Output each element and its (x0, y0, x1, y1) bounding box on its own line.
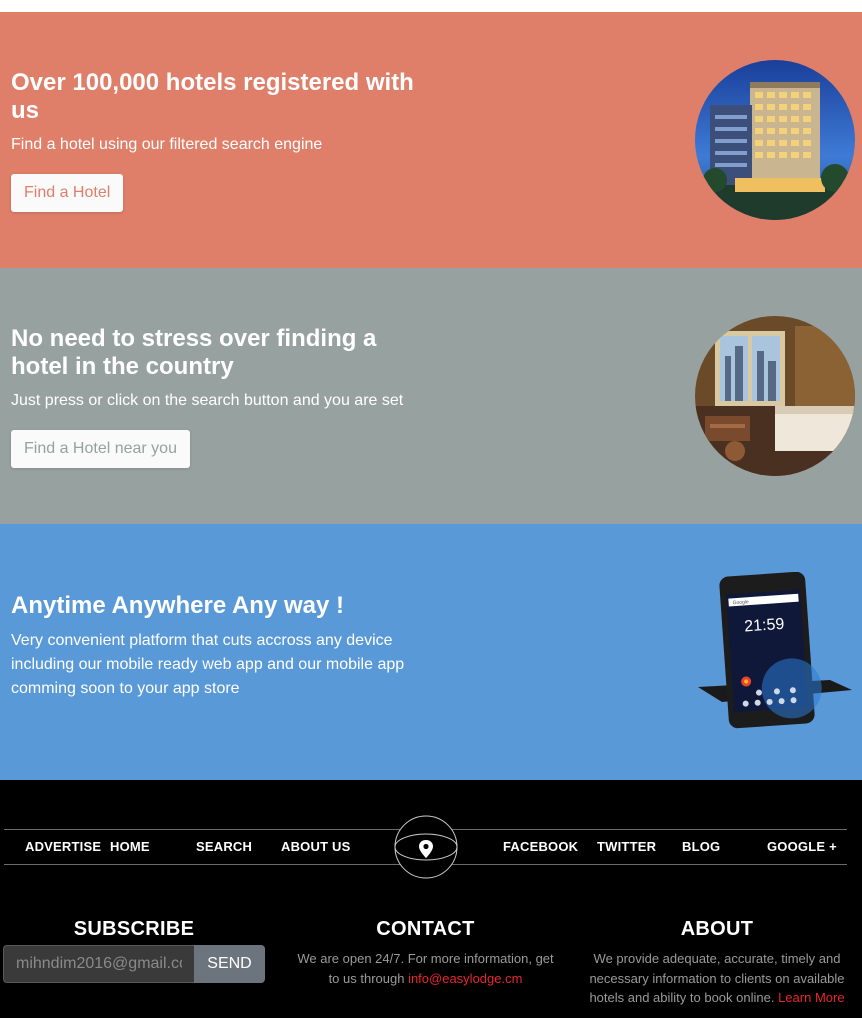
about-text: We provide adequate, accurate, timely an… (586, 949, 848, 1008)
send-button[interactable]: SEND (194, 945, 265, 983)
section-subtitle: Find a hotel using our filtered search e… (11, 136, 323, 153)
find-hotel-near-you-button[interactable]: Find a Hotel near you (11, 430, 190, 468)
about-column: ABOUT We provide adequate, accurate, tim… (586, 917, 848, 1008)
contact-column: CONTACT We are open 24/7. For more infor… (295, 917, 556, 988)
smartphone-image: Google 21:59 (694, 571, 854, 732)
hotel-room-image (695, 316, 855, 476)
top-spacer (0, 0, 862, 12)
hero-section-anywhere: Anytime Anywhere Any way ! Very convenie… (0, 524, 862, 780)
nav-twitter[interactable]: TWITTER (597, 830, 656, 864)
nav-blog[interactable]: BLOG (682, 830, 720, 864)
contact-title: CONTACT (376, 918, 475, 940)
section-title: Over 100,000 hotels registered with us (11, 69, 414, 124)
hero-section-hotels: Over 100,000 hotels registered with us F… (0, 12, 862, 268)
svg-text:21:59: 21:59 (744, 616, 785, 636)
hero-text-block: No need to stress over finding a hotel i… (11, 325, 421, 468)
contact-email-link[interactable]: info@easylodge.cm (408, 971, 522, 986)
subscribe-column: SUBSCRIBE (3, 917, 265, 941)
find-hotel-button[interactable]: Find a Hotel (11, 174, 124, 212)
subscribe-form: SEND (3, 945, 265, 983)
nav-home[interactable]: HOME (110, 830, 150, 864)
nav-advertise[interactable]: ADVERTISE (25, 830, 101, 864)
subscribe-title: SUBSCRIBE (73, 918, 195, 940)
hero-text-block: Over 100,000 hotels registered with us F… (11, 69, 421, 212)
section-subtitle: Just press or click on the search button… (11, 392, 404, 409)
section-subtitle: Very convenient platform that cuts accro… (11, 632, 405, 697)
section-title: No need to stress over finding a hotel i… (11, 325, 377, 380)
nav-about-us[interactable]: ABOUT US (281, 830, 351, 864)
hero-section-stress-free: No need to stress over finding a hotel i… (0, 268, 862, 524)
nav-facebook[interactable]: FACEBOOK (503, 830, 578, 864)
subscribe-email-input[interactable] (3, 945, 194, 983)
nav-google-plus[interactable]: GOOGLE + (767, 830, 837, 864)
map-pin-globe-icon (393, 813, 459, 881)
about-title: ABOUT (680, 918, 754, 940)
learn-more-link[interactable]: Learn More (778, 990, 844, 1005)
nav-search[interactable]: SEARCH (196, 830, 252, 864)
hotel-exterior-image (695, 60, 855, 220)
section-title: Anytime Anywhere Any way ! (11, 592, 344, 619)
contact-text: We are open 24/7. For more information, … (295, 949, 556, 988)
site-footer: ADVERTISE HOME SEARCH ABOUT US FACEBOOK … (0, 780, 862, 1018)
hero-text-block: Anytime Anywhere Any way ! Very convenie… (11, 592, 421, 701)
svg-text:Google: Google (732, 599, 749, 606)
